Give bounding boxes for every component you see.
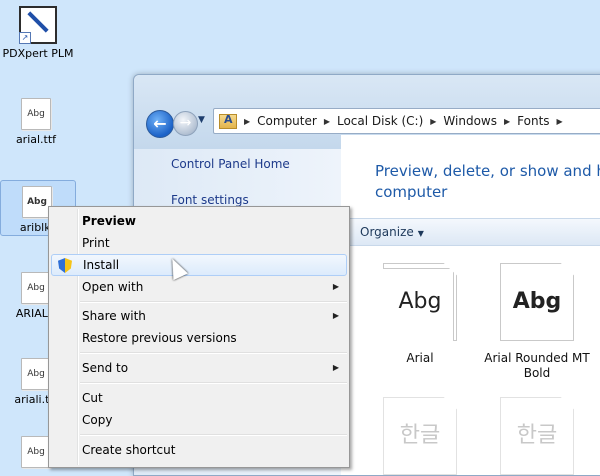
breadcrumb-fonts[interactable]: Fonts <box>517 114 549 128</box>
context-menu: Preview Print Install Open with ▶ Share w… <box>48 206 350 468</box>
organize-button[interactable]: Organize ▼ <box>360 225 424 239</box>
font-name: Arial <box>406 351 434 365</box>
font-file-icon: Abg <box>21 436 51 468</box>
breadcrumb-computer[interactable]: Computer <box>257 114 317 128</box>
menu-separator <box>80 434 347 436</box>
menu-item-copy[interactable]: Copy <box>51 409 347 431</box>
control-panel-home-link[interactable]: Control Panel Home <box>171 157 290 171</box>
pdxpert-app-icon: ↗ <box>19 6 57 44</box>
font-file-icon: Abg <box>21 272 51 304</box>
font-preview-icon: 한글 <box>500 397 574 475</box>
font-preview-icon: 한글 <box>383 397 457 475</box>
menu-separator <box>80 301 347 303</box>
forward-button[interactable]: → <box>173 111 198 136</box>
fonts-content-area: Preview, delete, or show and hide comput… <box>341 135 600 475</box>
font-preview-icon: Abg <box>500 263 574 341</box>
breadcrumb-separator-icon[interactable]: ▶ <box>430 117 436 126</box>
menu-item-label: Restore previous versions <box>82 331 237 345</box>
menu-item-label: Send to <box>82 361 129 375</box>
page-heading-line: Preview, delete, or show and hide <box>375 162 600 180</box>
menu-item-label: Share with <box>82 309 146 323</box>
font-file-icon: Abg <box>21 98 51 130</box>
chevron-down-icon: ▼ <box>417 229 424 238</box>
menu-item-label: Cut <box>82 391 103 405</box>
menu-item-send-to[interactable]: Send to ▶ <box>51 357 347 379</box>
menu-item-install[interactable]: Install <box>51 254 347 276</box>
font-tile-arial[interactable]: Abg Arial <box>365 263 475 366</box>
menu-item-label: Preview <box>82 214 137 228</box>
desktop-icon-arial-ttf[interactable]: Abg arial.ttf <box>0 98 72 146</box>
address-bar[interactable]: ▶ Computer ▶ Local Disk (C:) ▶ Windows ▶… <box>213 108 600 134</box>
menu-item-label: Open with <box>82 280 144 294</box>
breadcrumb-local-disk[interactable]: Local Disk (C:) <box>337 114 423 128</box>
breadcrumb-separator-icon[interactable]: ▶ <box>324 117 330 126</box>
font-family-preview-icon: Abg <box>383 263 457 341</box>
menu-item-cut[interactable]: Cut <box>51 387 347 409</box>
menu-item-restore-previous-versions[interactable]: Restore previous versions <box>51 327 347 349</box>
menu-item-label: Print <box>82 236 110 250</box>
shortcut-arrow-icon: ↗ <box>19 32 31 44</box>
fonts-folder-icon <box>219 113 237 129</box>
menu-separator <box>80 352 347 354</box>
page-heading: Preview, delete, or show and hide comput… <box>375 161 600 203</box>
font-tile-arial-rounded[interactable]: Abg Arial Rounded MT Bold <box>482 263 592 381</box>
organize-label: Organize <box>360 225 414 239</box>
menu-item-preview[interactable]: Preview <box>51 210 347 232</box>
breadcrumb-windows[interactable]: Windows <box>443 114 497 128</box>
recent-pages-dropdown-icon[interactable]: ▼ <box>198 115 205 125</box>
desktop-icon-label: PDXpert PLM <box>2 47 74 60</box>
font-name: Arial Rounded MT Bold <box>484 351 590 380</box>
menu-separator <box>80 382 347 384</box>
back-button[interactable]: ← <box>146 110 174 138</box>
submenu-arrow-icon: ▶ <box>332 363 339 372</box>
desktop-icon-label: arial.ttf <box>15 133 57 146</box>
breadcrumb-separator-icon[interactable]: ▶ <box>244 117 250 126</box>
desktop-icon-pdxpert[interactable]: ↗ PDXpert PLM <box>2 6 74 60</box>
menu-item-label: Copy <box>82 413 113 427</box>
menu-item-print[interactable]: Print <box>51 232 347 254</box>
font-tile-hangul-1[interactable]: 한글 <box>365 397 475 475</box>
breadcrumb-separator-icon[interactable]: ▶ <box>557 117 563 126</box>
submenu-arrow-icon: ▶ <box>332 282 339 291</box>
menu-item-label: Create shortcut <box>82 443 176 457</box>
page-heading-line: computer <box>375 183 448 201</box>
font-tile-hangul-2[interactable]: 한글 <box>482 397 592 475</box>
menu-item-create-shortcut[interactable]: Create shortcut <box>51 439 347 461</box>
menu-item-open-with[interactable]: Open with ▶ <box>51 276 347 298</box>
submenu-arrow-icon: ▶ <box>332 311 339 320</box>
command-bar: Organize ▼ <box>341 218 600 246</box>
font-file-icon: Abg <box>21 358 51 390</box>
font-settings-link[interactable]: Font settings <box>171 193 249 207</box>
menu-item-label: Install <box>83 258 120 272</box>
uac-shield-icon <box>58 258 72 273</box>
menu-item-share-with[interactable]: Share with ▶ <box>51 305 347 327</box>
breadcrumb-separator-icon[interactable]: ▶ <box>504 117 510 126</box>
